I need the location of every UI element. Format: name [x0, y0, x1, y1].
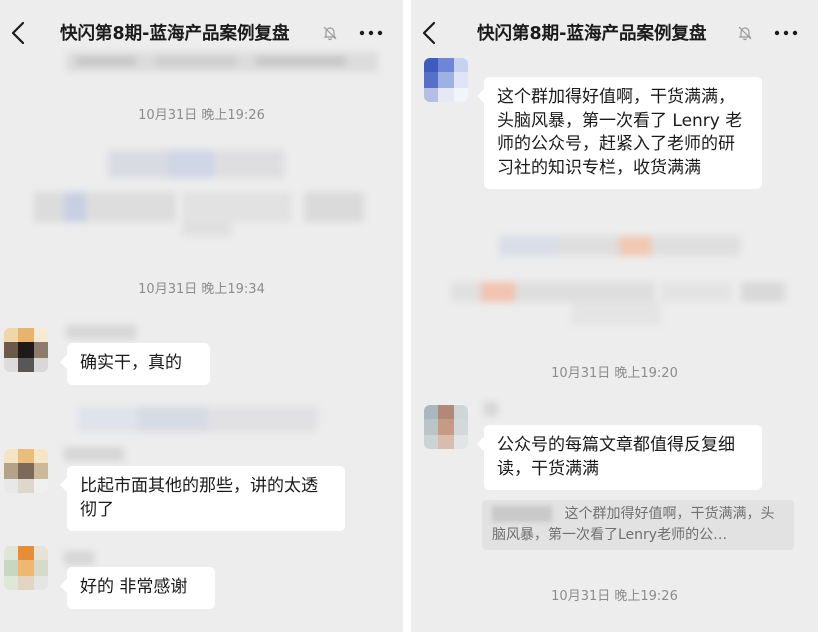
message-bubble: 这个群加得好值啊，干货满满，头脑风暴，第一次看了 Lenry 老师的公众号，赶紧…	[484, 77, 762, 189]
blurred-system-message	[451, 234, 791, 330]
message-bubble: 好的 非常感谢	[67, 567, 215, 609]
message-bubble: 确实干，真的	[67, 343, 210, 385]
timestamp: 10月31日 晚上19:26	[551, 589, 678, 604]
chat-panel-left: 快闪第8期-蓝海产品案例复盘 10月31日 晚上19:26 10月31日 晚上1…	[0, 0, 403, 632]
avatar[interactable]	[4, 328, 48, 372]
blurred-sender-name	[66, 325, 136, 339]
mute-bell-icon	[737, 25, 753, 41]
message-bubble: 公众号的每篇文章都值得反复细读，干货满满	[484, 425, 762, 490]
blurred-quote	[66, 52, 378, 72]
blurred-sender-name	[64, 551, 94, 565]
back-arrow-icon[interactable]	[8, 20, 30, 46]
chat-header: 快闪第8期-蓝海产品案例复盘	[411, 0, 818, 66]
blurred-sender-name	[484, 402, 498, 416]
chat-title: 快闪第8期-蓝海产品案例复盘	[60, 24, 290, 44]
blurred-quote-sender	[492, 506, 552, 522]
mute-bell-icon	[322, 25, 338, 41]
avatar[interactable]	[424, 58, 468, 102]
timestamp: 10月31日 晚上19:26	[138, 108, 265, 123]
avatar[interactable]	[4, 546, 48, 590]
avatar[interactable]	[4, 449, 48, 493]
blurred-system-message	[32, 148, 372, 236]
back-arrow-icon[interactable]	[419, 20, 441, 46]
avatar[interactable]	[424, 405, 468, 449]
blurred-system-message	[78, 404, 318, 434]
blurred-sender-name	[64, 447, 124, 461]
timestamp: 10月31日 晚上19:34	[138, 282, 265, 297]
chat-title: 快闪第8期-蓝海产品案例复盘	[477, 24, 707, 44]
timestamp: 10月31日 晚上19:20	[551, 366, 678, 381]
more-dots-icon[interactable]	[773, 25, 799, 41]
message-bubble: 比起市面其他的那些，讲的太透彻了	[67, 466, 345, 531]
chat-panel-right: 快闪第8期-蓝海产品案例复盘 这个群加得好值啊，干货满满，头脑风暴，第一次看了 …	[411, 0, 818, 632]
more-dots-icon[interactable]	[358, 25, 384, 41]
quoted-message[interactable]: 这个群加得好值啊，干货满满，头脑风暴，第一次看了Lenry老师的公…	[482, 500, 794, 550]
